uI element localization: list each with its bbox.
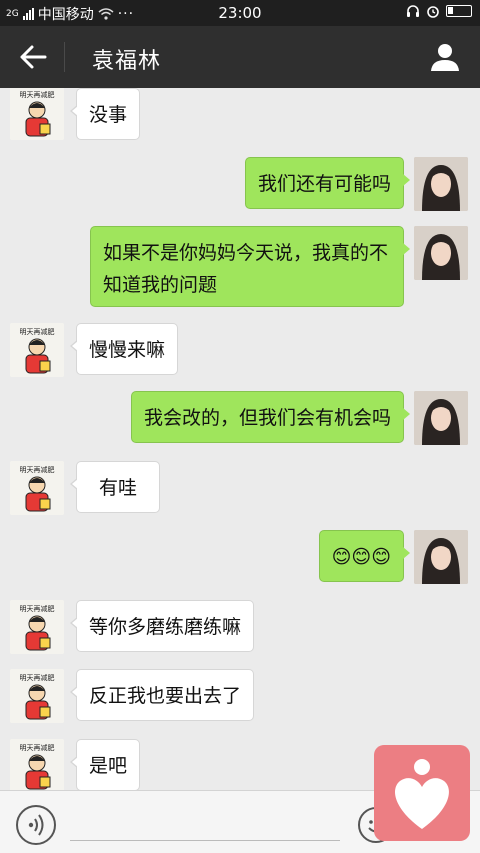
user-avatar[interactable]	[414, 157, 468, 211]
heart-person-icon	[395, 759, 449, 829]
message-bubble[interactable]: 是吧	[69, 739, 141, 790]
status-bar: 2G 中国移动 ··· 23:00	[0, 0, 480, 26]
contact-avatar[interactable]: 明天再减肥	[10, 739, 64, 790]
header-divider	[64, 42, 65, 72]
message-bubble[interactable]: 我会改的，但我们会有机会吗	[130, 391, 411, 443]
person-icon[interactable]	[430, 42, 460, 72]
floating-heart-button[interactable]	[374, 745, 470, 841]
alarm-icon	[427, 6, 439, 18]
message-incoming: 明天再减肥 等你多磨练磨练嘛	[0, 600, 480, 656]
cartoon-avatar-icon: 明天再减肥	[10, 461, 64, 515]
chat-area[interactable]: 明天再减肥 没事 我们还有可能吗 如果不是你妈妈今天说，我真的不知道我的问题 明…	[0, 88, 480, 790]
svg-text:明天再减肥: 明天再减肥	[20, 327, 55, 336]
cartoon-avatar-icon: 明天再减肥	[10, 323, 64, 377]
message-incoming: 明天再减肥 没事	[0, 88, 480, 148]
portrait-avatar-icon	[414, 391, 468, 445]
svg-text:明天再减肥: 明天再减肥	[20, 90, 55, 99]
contact-avatar[interactable]: 明天再减肥	[10, 88, 64, 140]
svg-text:明天再减肥: 明天再减肥	[20, 743, 55, 752]
contact-avatar[interactable]: 明天再减肥	[10, 461, 64, 515]
user-avatar[interactable]	[414, 530, 468, 584]
portrait-avatar-icon	[414, 157, 468, 211]
sound-waves-icon	[28, 814, 44, 836]
message-bubble[interactable]: 没事	[69, 88, 141, 140]
cartoon-avatar-icon: 明天再减肥	[10, 600, 64, 654]
message-bubble[interactable]: 反正我也要出去了	[69, 669, 255, 721]
message-outgoing: 😊😊😊	[0, 530, 480, 586]
message-outgoing: 我们还有可能吗	[0, 157, 480, 213]
arrow-left-icon[interactable]	[18, 43, 48, 71]
message-bubble[interactable]: 有哇	[69, 461, 161, 513]
svg-text:明天再减肥: 明天再减肥	[20, 604, 55, 613]
chat-title: 袁福林	[92, 49, 162, 74]
svg-text:明天再减肥: 明天再减肥	[20, 465, 55, 474]
message-incoming: 明天再减肥 慢慢来嘛	[0, 323, 480, 379]
cartoon-avatar-icon: 明天再减肥	[10, 739, 64, 790]
svg-text:明天再减肥: 明天再减肥	[20, 673, 55, 682]
portrait-avatar-icon	[414, 530, 468, 584]
contact-avatar[interactable]: 明天再减肥	[10, 669, 64, 723]
message-input[interactable]	[70, 805, 340, 841]
status-right	[406, 4, 472, 18]
message-bubble[interactable]: 😊😊😊	[318, 530, 411, 582]
user-avatar[interactable]	[414, 226, 468, 280]
battery-icon	[446, 5, 472, 17]
cartoon-avatar-icon: 明天再减肥	[10, 669, 64, 723]
contact-avatar[interactable]: 明天再减肥	[10, 600, 64, 654]
chat-header: 袁福林	[0, 26, 480, 88]
portrait-avatar-icon	[414, 226, 468, 280]
voice-icon[interactable]	[16, 805, 56, 845]
message-outgoing: 我会改的，但我们会有机会吗	[0, 391, 480, 447]
message-incoming: 明天再减肥 反正我也要出去了	[0, 669, 480, 725]
message-incoming: 明天再减肥 有哇	[0, 461, 480, 517]
message-outgoing: 如果不是你妈妈今天说，我真的不知道我的问题	[0, 226, 480, 308]
contact-avatar[interactable]: 明天再减肥	[10, 323, 64, 377]
message-bubble[interactable]: 我们还有可能吗	[244, 157, 411, 209]
user-avatar[interactable]	[414, 391, 468, 445]
cartoon-avatar-icon: 明天再减肥	[10, 88, 64, 140]
message-bubble[interactable]: 慢慢来嘛	[69, 323, 179, 375]
message-bubble[interactable]: 如果不是你妈妈今天说，我真的不知道我的问题	[90, 226, 410, 307]
message-bubble[interactable]: 等你多磨练磨练嘛	[69, 600, 255, 652]
headset-icon	[407, 5, 419, 17]
